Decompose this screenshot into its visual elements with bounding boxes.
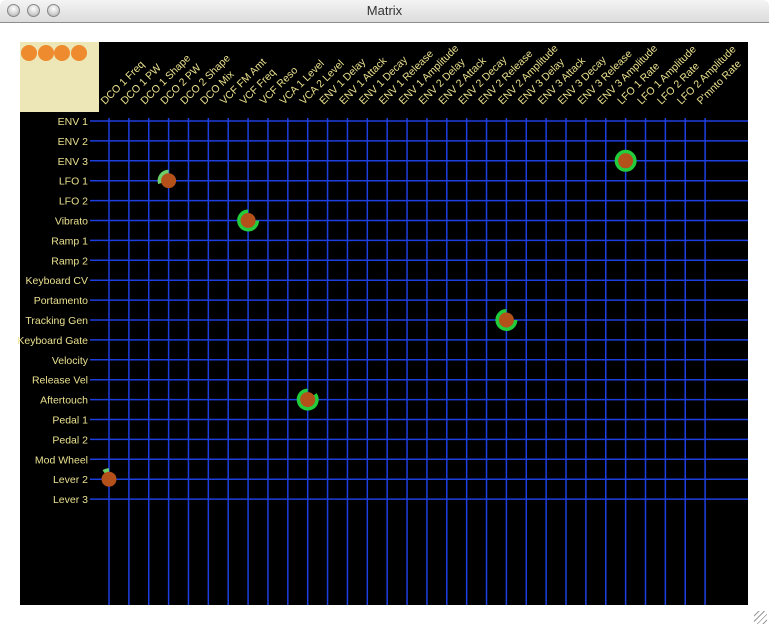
row-label: Ramp 2	[51, 255, 88, 267]
row-label: Tracking Gen	[25, 315, 88, 327]
row-label: LFO 2	[59, 196, 88, 208]
row-label: Pedal 1	[52, 415, 88, 427]
row-label: Vibrato	[55, 216, 88, 228]
connection-node[interactable]	[161, 173, 177, 189]
row-label: ENV 1	[58, 116, 89, 128]
connection-node[interactable]	[498, 312, 514, 328]
connection-node[interactable]	[300, 392, 316, 408]
row-label: ENV 3	[58, 156, 89, 168]
row-label: Keyboard CV	[26, 275, 88, 287]
connection-node[interactable]	[101, 471, 117, 487]
connection-node[interactable]	[240, 213, 256, 228]
row-label: Lever 3	[53, 494, 88, 506]
row-label: Portamento	[34, 295, 88, 307]
row-label: Pedal 2	[52, 434, 88, 446]
row-label: Lever 2	[53, 474, 88, 486]
connection-node[interactable]	[618, 153, 634, 169]
row-label: Velocity	[52, 355, 89, 367]
resize-grip[interactable]	[754, 611, 767, 624]
amount-arc	[102, 468, 110, 474]
row-label: Ramp 1	[51, 235, 88, 247]
row-label: Release Vel	[32, 375, 88, 387]
row-label: Aftertouch	[40, 395, 88, 407]
row-label: Mod Wheel	[35, 454, 88, 466]
row-label: LFO 1	[59, 176, 88, 188]
matrix-grid[interactable]: DCO 1 FreqDCO 1 PWDCO 1 ShapeDCO 2 PWDCO…	[0, 0, 769, 626]
row-label: Keyboard Gate	[17, 335, 88, 347]
row-label: ENV 2	[58, 136, 89, 148]
